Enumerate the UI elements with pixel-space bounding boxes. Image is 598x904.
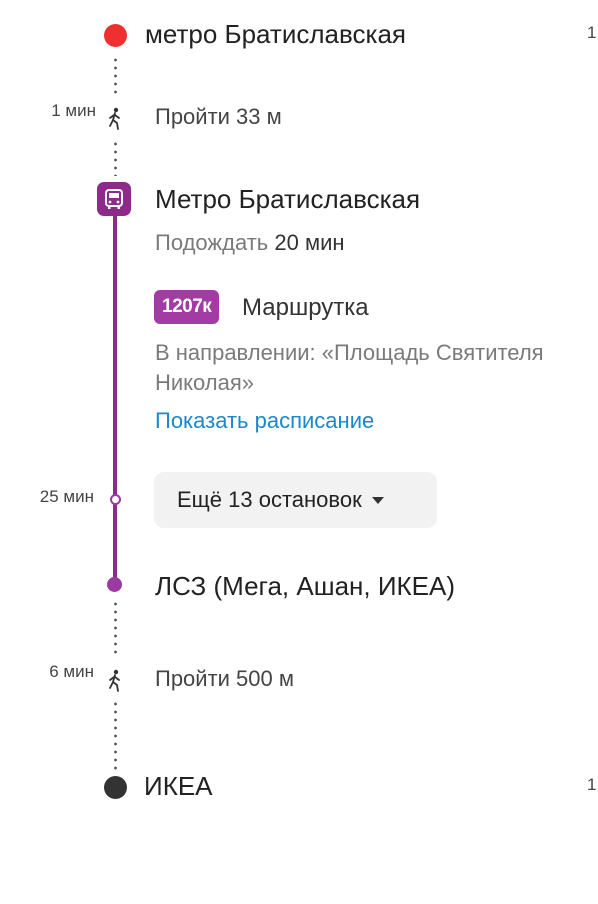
boarding-stop-name: Метро Братиславская <box>155 184 421 214</box>
exit-stop-marker <box>107 577 122 592</box>
walk-path-dots <box>114 700 117 770</box>
route-details-panel: метро Братиславская 1 1 мин Пройти 33 м … <box>0 0 598 904</box>
start-point-marker <box>104 24 127 47</box>
end-point-name: ИКЕА <box>144 771 213 801</box>
transit-route-line <box>113 214 117 586</box>
start-edge-number: 1 <box>587 23 597 42</box>
start-point-name: метро Братиславская <box>145 19 407 49</box>
show-schedule-link[interactable]: Показать расписание <box>155 408 374 434</box>
walk-instruction: Пройти 33 м <box>155 104 282 129</box>
chevron-down-icon <box>371 496 384 504</box>
bus-icon <box>97 182 131 216</box>
walk-path-dots <box>114 140 117 176</box>
walk-duration: 6 мин <box>49 662 94 681</box>
intermediate-stops-marker <box>110 494 121 505</box>
route-direction: В направлении: «Площадь Святителя Никола… <box>155 340 544 395</box>
end-point-marker <box>104 776 127 799</box>
walk-instruction: Пройти 500 м <box>155 666 294 691</box>
walking-person-icon <box>104 106 126 132</box>
walking-person-icon <box>104 668 126 694</box>
end-edge-number: 1 <box>587 775 597 794</box>
wait-label: Подождать <box>155 230 269 255</box>
walk-path-dots <box>114 600 117 658</box>
expand-stops-label: Ещё 13 остановок <box>177 487 362 512</box>
transport-type: Маршрутка <box>242 294 369 321</box>
wait-time: Подождать 20 мин <box>155 230 345 256</box>
walk-path-dots <box>114 56 117 96</box>
expand-stops-button[interactable]: Ещё 13 остановок <box>154 472 437 528</box>
ride-duration: 25 мин <box>39 487 94 506</box>
wait-value: 20 мин <box>274 230 345 255</box>
exit-stop-name: ЛСЗ (Мега, Ашан, ИКЕА) <box>155 571 456 601</box>
route-number-badge: 1207к <box>154 290 220 324</box>
walk-duration: 1 мин <box>51 101 96 120</box>
